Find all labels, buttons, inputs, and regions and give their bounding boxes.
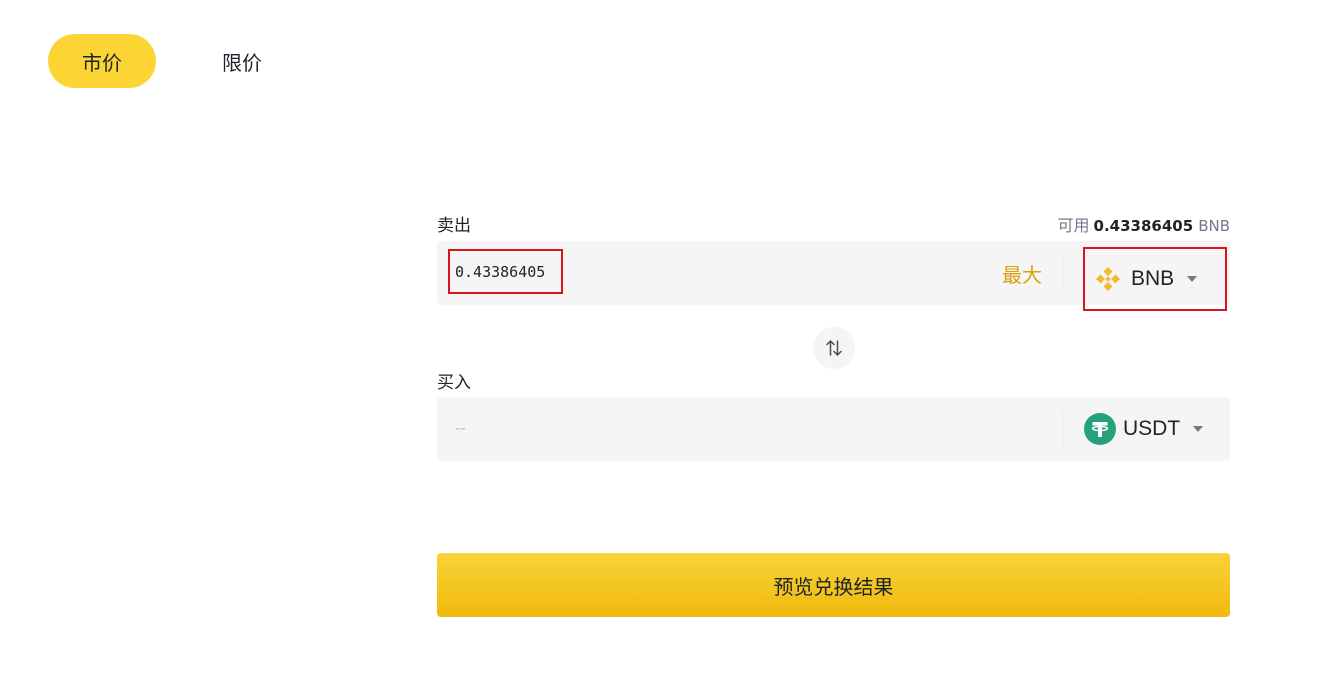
swap-button[interactable] <box>813 327 855 369</box>
buy-header: 买入 <box>437 368 1230 393</box>
tab-limit[interactable]: 限价 <box>182 34 290 88</box>
bnb-icon <box>1096 267 1120 291</box>
sell-header: 卖出 可用 0.43386405 BNB <box>437 211 1230 237</box>
chevron-down-icon <box>1193 426 1204 432</box>
preview-conversion-button[interactable]: 预览兑换结果 <box>437 553 1230 617</box>
sell-label: 卖出 <box>437 216 471 236</box>
sell-amount-input[interactable] <box>448 249 563 294</box>
available-label: 可用 <box>1057 215 1090 235</box>
sell-field: 最大 BNB <box>437 241 1230 311</box>
sell-coin-name: BNB <box>1131 267 1175 290</box>
available-currency: BNB <box>1198 216 1230 235</box>
divider <box>1062 255 1063 291</box>
chevron-down-icon <box>1187 276 1198 282</box>
tab-market[interactable]: 市价 <box>48 34 156 88</box>
available-balance: 可用 0.43386405 BNB <box>1058 212 1230 236</box>
usdt-icon <box>1084 413 1116 445</box>
buy-label: 买入 <box>437 373 471 393</box>
buy-field: USDT <box>437 397 1230 461</box>
available-amount: 0.43386405 <box>1093 216 1194 235</box>
buy-coin-select[interactable]: USDT <box>1084 411 1204 447</box>
swap-arrows-icon <box>826 340 842 356</box>
buy-coin-name: USDT <box>1123 417 1181 440</box>
divider <box>1062 411 1063 447</box>
buy-amount-input[interactable] <box>451 407 959 451</box>
order-type-tabs: 市价 限价 <box>48 34 290 88</box>
max-button[interactable]: 最大 <box>1002 259 1042 288</box>
sell-coin-select[interactable]: BNB <box>1083 247 1227 311</box>
convert-page: 市价 限价 卖出 可用0.43386405BNB 最大 BNB <box>0 0 1341 700</box>
